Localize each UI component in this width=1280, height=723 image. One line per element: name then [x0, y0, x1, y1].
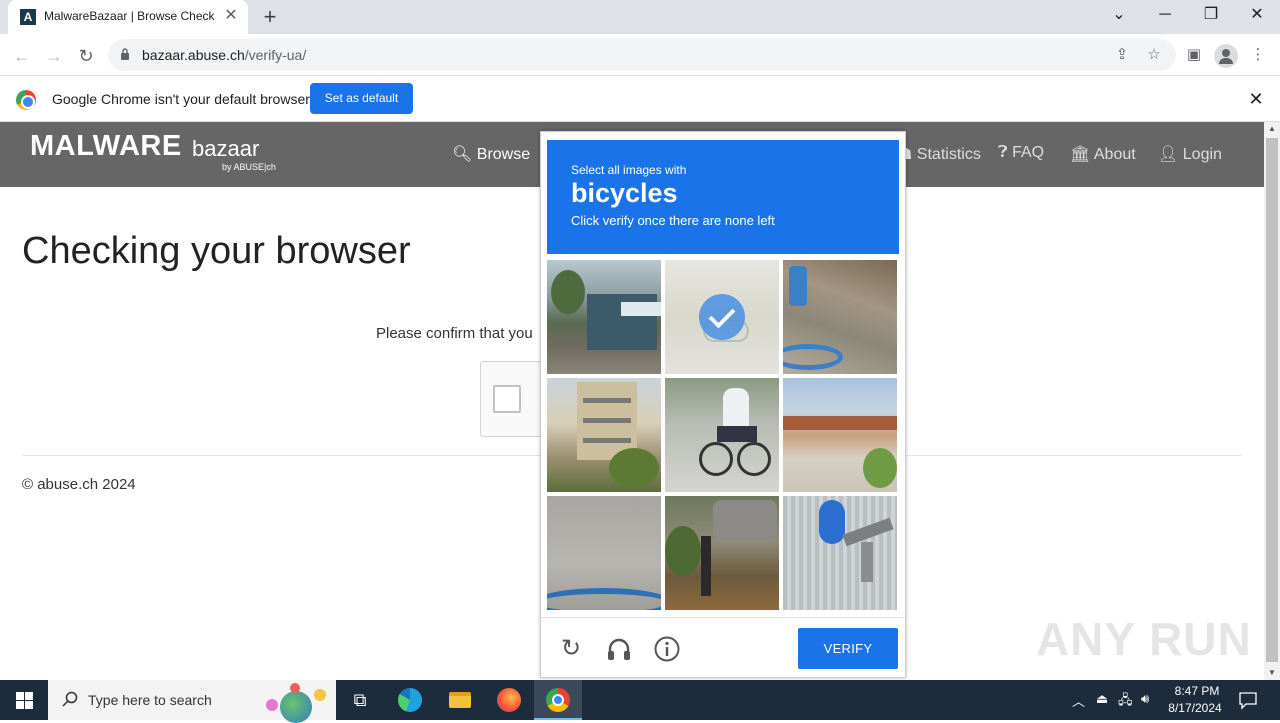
page-scrollbar[interactable]: ▲ ▼ — [1264, 122, 1280, 680]
default-browser-infobar: Google Chrome isn't your default browser… — [0, 77, 1280, 122]
new-tab-button[interactable]: + — [258, 5, 282, 29]
nav-browse[interactable]: 🔍︎ Browse — [452, 144, 530, 164]
challenge-tile[interactable] — [547, 260, 661, 374]
confirm-text: Please confirm that you — [376, 325, 533, 342]
chrome-taskbar-button[interactable] — [534, 680, 582, 720]
challenge-footer: ↻ VERIFY — [541, 617, 905, 677]
search-icon — [62, 691, 78, 707]
search-placeholder: Type here to search — [88, 692, 212, 708]
tray-volume-icon[interactable]: 🔊︎ — [1141, 691, 1149, 707]
nav-statistics[interactable]: ☗ Statistics — [898, 144, 981, 164]
sidebar-icon[interactable]: ▣ — [1184, 45, 1204, 65]
nav-about[interactable]: 🏛︎ About — [1070, 144, 1136, 164]
site-logo-by: by ABUSE|ch — [222, 162, 276, 172]
building-icon: 🏛︎ — [1070, 146, 1091, 163]
tab-strip: A MalwareBazaar | Browse Checking your b… — [0, 0, 1280, 34]
infobar-close-icon[interactable]: ✕ — [1246, 89, 1266, 109]
image-challenge-dialog: Select all images with bicycles Click ve… — [540, 131, 906, 678]
copyright: © abuse.ch 2024 — [22, 476, 136, 493]
tray-usb-icon[interactable]: ⏏ — [1096, 691, 1108, 707]
tab-close-icon[interactable]: ✕ — [222, 7, 240, 25]
challenge-instruction: Select all images with — [571, 163, 687, 177]
challenge-tile[interactable] — [665, 378, 779, 492]
site-logo-sub[interactable]: bazaar — [192, 136, 259, 162]
tab-title: MalwareBazaar | Browse Checking your bro… — [44, 9, 214, 23]
nav-faq[interactable]: ❓︎ FAQ — [998, 144, 1044, 162]
captcha-widget — [480, 361, 542, 437]
firefox-icon[interactable] — [495, 686, 523, 714]
set-default-button[interactable]: Set as default — [310, 83, 413, 114]
challenge-tile[interactable] — [547, 496, 661, 610]
challenge-header: Select all images with bicycles Click ve… — [547, 140, 899, 254]
challenge-target: bicycles — [571, 178, 678, 208]
challenge-tile[interactable] — [783, 496, 897, 610]
chrome-icon — [546, 688, 570, 712]
window-close-icon[interactable]: ✕ — [1234, 0, 1280, 34]
file-explorer-icon[interactable] — [446, 686, 474, 714]
infobar-message: Google Chrome isn't your default browser — [52, 91, 310, 107]
chrome-logo-icon — [16, 90, 36, 110]
profile-icon[interactable] — [1214, 44, 1238, 68]
scroll-thumb[interactable] — [1266, 138, 1278, 662]
tab-search-chevron-down-icon[interactable]: ⌄ — [1096, 0, 1142, 34]
tray-network-icon[interactable]: 🖧︎ — [1118, 691, 1133, 713]
notification-icon[interactable] — [1238, 690, 1258, 710]
maximize-icon[interactable]: ❐ — [1188, 0, 1234, 34]
menu-icon[interactable]: ⋮ — [1248, 45, 1268, 65]
reload-icon[interactable]: ↻ — [72, 42, 100, 70]
challenge-tile[interactable] — [783, 378, 897, 492]
watermark: ANY RUN — [1036, 613, 1252, 665]
challenge-hint: Click verify once there are none left — [571, 213, 775, 228]
challenge-tile[interactable] — [665, 260, 779, 374]
site-logo[interactable]: MALWARE — [30, 130, 182, 163]
lock-icon[interactable] — [120, 48, 130, 60]
windows-logo-icon — [16, 692, 24, 700]
challenge-tile[interactable] — [783, 260, 897, 374]
info-icon[interactable] — [653, 635, 681, 663]
back-arrow-icon[interactable]: ← — [8, 42, 36, 70]
challenge-tile[interactable] — [665, 496, 779, 610]
page-title: Checking your browser — [22, 230, 411, 272]
captcha-checkbox[interactable] — [493, 385, 521, 413]
start-button[interactable] — [0, 680, 48, 720]
nav-login[interactable]: 👤︎ Login — [1158, 144, 1222, 164]
minimize-icon[interactable]: ─ — [1142, 0, 1188, 34]
selected-check-icon — [699, 294, 745, 340]
clock-time[interactable]: 8:47 PM — [1168, 684, 1226, 698]
search-highlight-icon — [262, 683, 330, 723]
search-icon: 🔍︎ — [452, 146, 473, 163]
url-text: bazaar.abuse.ch/verify-ua/ — [142, 47, 307, 63]
scroll-down-icon[interactable]: ▼ — [1264, 666, 1280, 680]
verify-button[interactable]: VERIFY — [798, 628, 898, 669]
headphones-icon[interactable] — [605, 635, 633, 663]
clock-date[interactable]: 8/17/2024 — [1164, 701, 1226, 715]
share-icon[interactable]: ⇪ — [1112, 45, 1132, 65]
user-icon: 👤︎ — [1158, 146, 1179, 163]
tab-favicon-icon: A — [20, 9, 36, 25]
forward-arrow-icon[interactable]: → — [40, 42, 68, 70]
star-icon[interactable]: ☆ — [1144, 45, 1164, 65]
windows-taskbar: Type here to search ⧉ ︿ ⏏ 🖧︎ 🔊︎ 8:47 PM … — [0, 680, 1280, 723]
taskbar-search-box[interactable]: Type here to search — [48, 680, 336, 723]
browser-tab[interactable]: A MalwareBazaar | Browse Checking your b… — [8, 0, 248, 34]
address-bar[interactable]: bazaar.abuse.ch/verify-ua/ ⇪ ☆ — [108, 39, 1176, 71]
edge-icon[interactable] — [396, 686, 424, 714]
task-view-icon[interactable]: ⧉ — [346, 686, 374, 714]
question-circle-icon: ❓︎ — [998, 144, 1008, 161]
challenge-tile[interactable] — [547, 378, 661, 492]
scroll-up-icon[interactable]: ▲ — [1264, 122, 1280, 136]
browser-toolbar: ← → ↻ bazaar.abuse.ch/verify-ua/ ⇪ ☆ ▣ ⋮ — [0, 34, 1280, 76]
refresh-icon[interactable]: ↻ — [557, 635, 585, 663]
tray-chevron-up-icon[interactable]: ︿ — [1072, 691, 1085, 710]
